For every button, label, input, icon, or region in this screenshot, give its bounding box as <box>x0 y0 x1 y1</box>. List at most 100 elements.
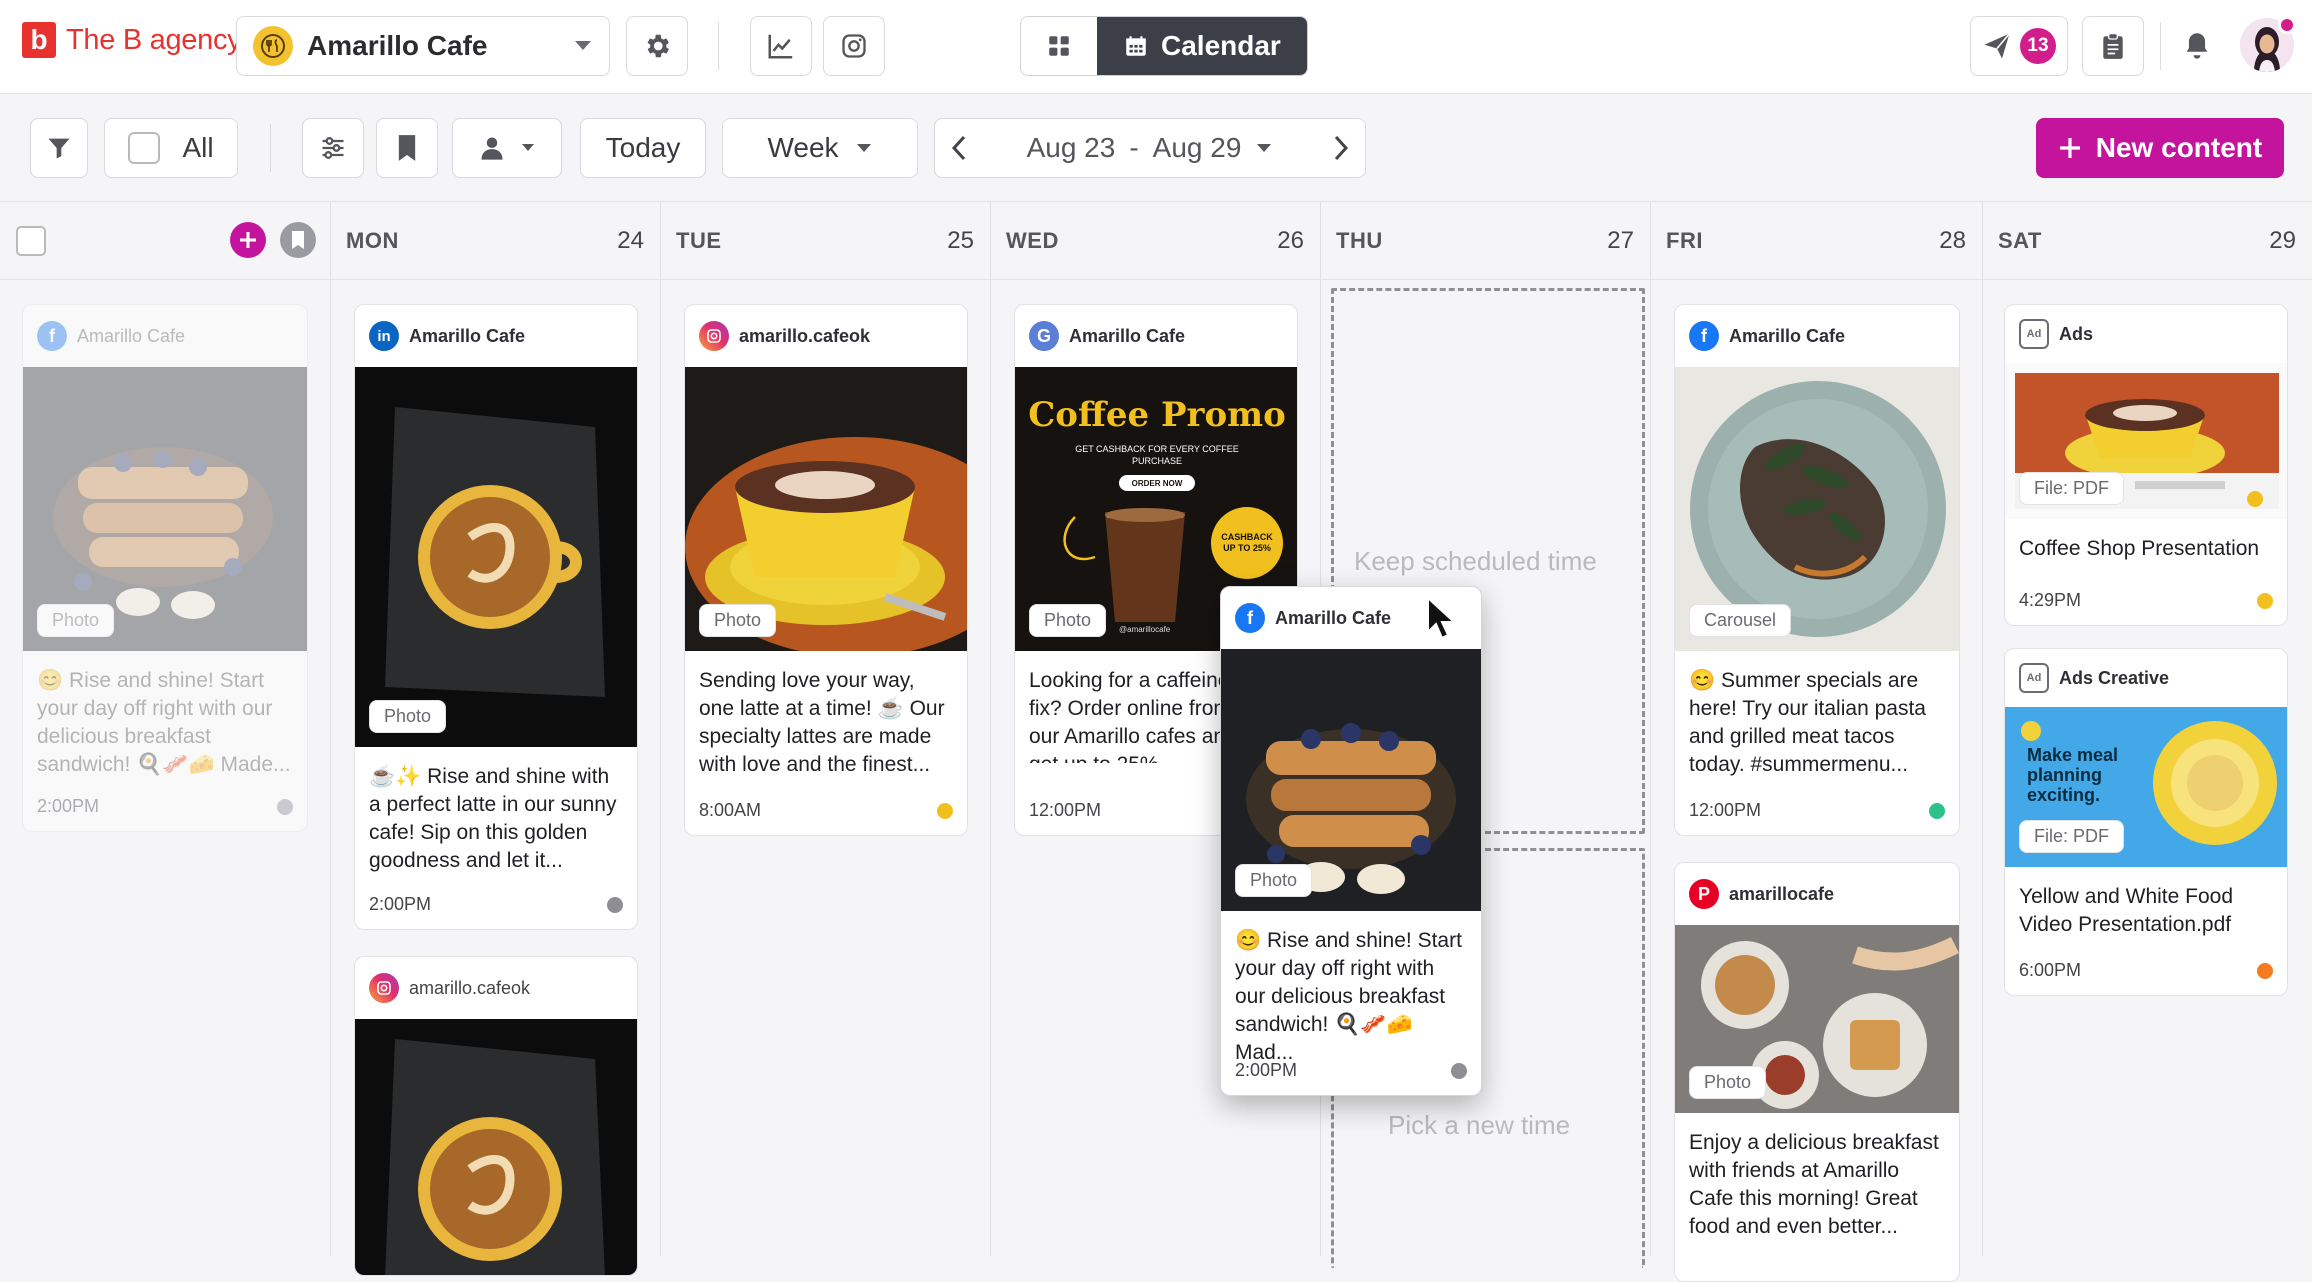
card-header: P amarillocafe <box>1675 863 1959 925</box>
instagram-grid-button[interactable] <box>823 16 885 76</box>
agency-logo[interactable]: b The B agency <box>22 22 242 58</box>
file-type-chip: File: PDF <box>2019 820 2125 853</box>
ads-file-card[interactable]: Ad Ads File: PDF Coffee Shop Presentatio… <box>2004 304 2288 626</box>
plus-icon <box>2058 136 2082 160</box>
post-caption: 😊 Rise and shine! Start your day off rig… <box>37 669 291 776</box>
calendar-header: MON 24 TUE 25 WED 26 THU 27 FRI 28 SAT 29 <box>0 202 2312 280</box>
media-type-chip: Photo <box>1235 864 1313 897</box>
range-start: Aug 23 <box>1026 132 1116 163</box>
column-divider <box>990 202 991 1256</box>
account-name: Amarillo Cafe <box>1729 325 1846 346</box>
promo-cashback-badge: CASHBACK UP TO 25% <box>1211 507 1283 579</box>
day-date: 29 <box>2269 227 2296 254</box>
approvals-button[interactable] <box>2082 16 2144 76</box>
post-card[interactable]: amarillo.cafeok Photo Sending love your … <box>684 304 968 836</box>
dragged-post-card[interactable]: f Amarillo Cafe Photo 😊 Rise and shine! … <box>1220 586 1482 1096</box>
post-card[interactable]: amarillo.cafeok <box>354 956 638 1276</box>
day-date: 27 <box>1607 227 1634 254</box>
brand-selector[interactable]: Amarillo Cafe <box>236 16 610 76</box>
filter-button[interactable] <box>30 118 88 178</box>
bookmark-icon <box>396 134 418 162</box>
settings-button[interactable] <box>626 16 688 76</box>
saved-views-button[interactable] <box>376 118 438 178</box>
grid-view-button[interactable] <box>1021 17 1097 75</box>
today-button[interactable]: Today <box>580 118 706 178</box>
day-header-sat: SAT 29 <box>1982 202 2312 280</box>
post-caption: 😊 Rise and shine! Start your day off rig… <box>1235 929 1462 1064</box>
day-header-mon: MON 24 <box>330 202 660 280</box>
status-dot <box>2257 592 2273 609</box>
card-header: G Amarillo Cafe <box>1015 305 1297 367</box>
line-chart-icon <box>766 31 796 61</box>
day-date: 25 <box>947 227 974 254</box>
pinterest-icon: P <box>1689 879 1719 909</box>
status-dot <box>607 896 623 913</box>
publish-queue-button[interactable]: 13 <box>1970 16 2068 76</box>
post-caption: ☕✨ Rise and shine with a perfect latte i… <box>369 765 617 872</box>
add-backlog-button[interactable] <box>230 222 266 258</box>
media-type-chip: Photo <box>37 604 115 637</box>
divider <box>718 22 719 70</box>
filter-funnel-icon <box>45 134 73 162</box>
post-image: Photo <box>355 367 637 747</box>
plus-icon <box>238 230 258 250</box>
select-all-checkbox[interactable] <box>128 132 161 164</box>
card-footer: 2:00PM <box>1235 1060 1467 1081</box>
day-date: 28 <box>1939 227 1966 254</box>
card-header: amarillo.cafeok <box>355 957 637 1019</box>
account-name: amarillo.cafeok <box>409 977 531 998</box>
card-header: in Amarillo Cafe <box>355 305 637 367</box>
backlog-bookmark-button[interactable] <box>280 222 316 258</box>
brand-name: Amarillo Cafe <box>307 30 488 61</box>
linkedin-icon: in <box>369 321 399 351</box>
card-header: f Amarillo Cafe <box>23 305 307 367</box>
post-caption: 😊 Summer specials are here! Try our ital… <box>1689 669 1926 776</box>
new-content-button[interactable]: New content <box>2036 118 2284 178</box>
file-type-chip: File: PDF <box>2019 472 2125 505</box>
day-name: THU <box>1336 228 1383 253</box>
post-card[interactable]: in Amarillo Cafe Photo ☕✨ Rise and shine… <box>354 304 638 930</box>
gear-icon <box>642 31 672 61</box>
post-caption: Sending love your way, one latte at a ti… <box>699 669 945 776</box>
status-dot <box>1451 1062 1467 1079</box>
card-header: amarillo.cafeok <box>685 305 967 367</box>
assignee-filter[interactable] <box>452 118 562 178</box>
post-image: Carousel <box>1675 367 1959 651</box>
day-header-wed: WED 26 <box>990 202 1320 280</box>
grid-icon <box>1046 33 1072 59</box>
analytics-button[interactable] <box>750 16 812 76</box>
day-header-thu: THU 27 <box>1320 202 1650 280</box>
chevron-left-icon <box>951 135 967 161</box>
caret-down-icon <box>1255 142 1273 154</box>
card-footer: 8:00AM <box>699 800 953 821</box>
backlog-select-checkbox[interactable] <box>16 226 46 256</box>
divider <box>2160 22 2161 70</box>
previous-week-button[interactable] <box>951 135 967 161</box>
calendar-view-button[interactable]: Calendar <box>1097 17 1307 75</box>
top-bar: b The B agency Amarillo Cafe Calendar 13 <box>0 0 2312 94</box>
instagram-icon <box>840 32 868 60</box>
status-dot <box>2257 962 2273 979</box>
post-card[interactable]: P amarillocafe Photo Enjoy a delicious b… <box>1674 862 1960 1282</box>
display-options-button[interactable] <box>302 118 364 178</box>
date-range-picker[interactable]: Aug 23 - Aug 29 <box>1027 132 1274 164</box>
agency-logo-mark: b <box>22 22 56 58</box>
card-footer: 12:00PM <box>1689 800 1945 821</box>
day-header-fri: FRI 28 <box>1650 202 1982 280</box>
promo-handle: @amarillocafe <box>1119 625 1171 634</box>
post-card[interactable]: f Amarillo Cafe Carousel 😊 Summer specia… <box>1674 304 1960 836</box>
file-title: Coffee Shop Presentation <box>2019 537 2260 560</box>
card-header: Ad Ads <box>2005 305 2287 363</box>
day-header-tue: TUE 25 <box>660 202 990 280</box>
post-image: Photo <box>1221 649 1481 911</box>
view-switcher: Calendar <box>1020 16 1308 76</box>
date-range-navigator: Aug 23 - Aug 29 <box>934 118 1366 178</box>
range-mode-select[interactable]: Week <box>722 118 918 178</box>
notifications-button[interactable] <box>2166 16 2228 76</box>
range-end: Aug 29 <box>1152 132 1242 163</box>
ads-creative-card[interactable]: Ad Ads Creative Make meal planning excit… <box>2004 648 2288 996</box>
select-all-toggle[interactable]: All <box>104 118 238 178</box>
next-week-button[interactable] <box>1333 135 1349 161</box>
account-name: Amarillo Cafe <box>1069 325 1186 346</box>
divider <box>270 124 271 172</box>
